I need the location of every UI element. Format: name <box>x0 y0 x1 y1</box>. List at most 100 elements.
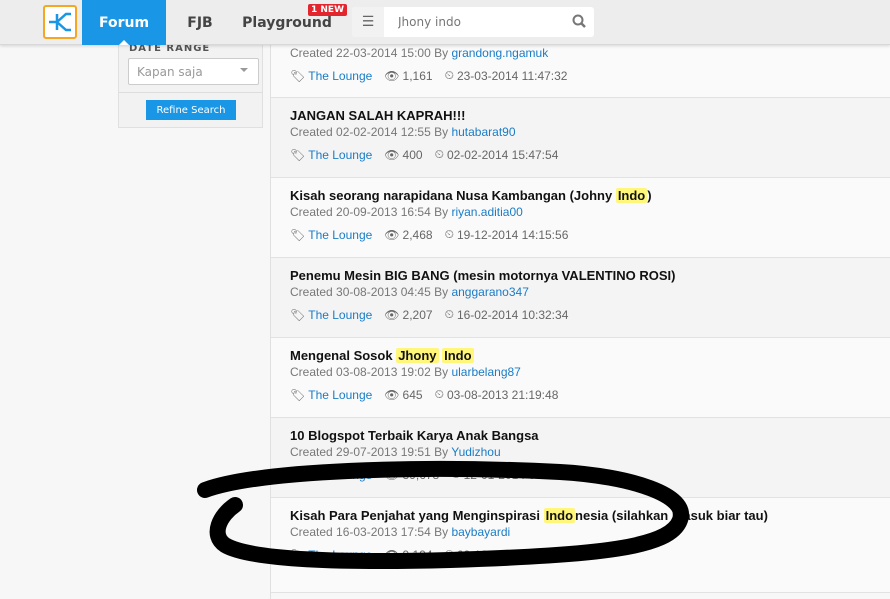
thread-title-link[interactable]: Kisah seorang narapidana Nusa Kambangan … <box>290 188 872 204</box>
list-icon[interactable]: ☰ <box>352 7 384 37</box>
thread-meta: Created 22-03-2014 15:00 By grandong.nga… <box>290 46 872 60</box>
tab-forum[interactable]: Forum <box>82 0 166 45</box>
eye-icon: 👁︎ <box>384 387 400 402</box>
thread-title-link[interactable]: Kisah Para Penjahat yang Menginspirasi I… <box>290 508 872 524</box>
thread-meta: Created 29-07-2013 19:51 By Yudizhou <box>290 445 872 459</box>
tab-label: Playground <box>242 14 332 31</box>
date-range-select[interactable]: Kapan saja <box>128 58 259 85</box>
thread-stats: 🏷︎ The Lounge 👁︎ 2,207 ⏲︎ 16-02-2014 10:32:… <box>290 307 872 322</box>
tab-label: FJB <box>187 14 213 31</box>
eye-icon: 👁︎ <box>384 547 400 562</box>
category-link[interactable]: The Lounge <box>308 388 372 402</box>
divider <box>119 92 262 93</box>
eye-icon: 👁︎ <box>384 307 400 322</box>
thread-meta: Created 30-08-2013 04:45 By anggarano347 <box>290 285 872 299</box>
last-post-time: 12-01-2014 08:06:52 <box>463 467 576 482</box>
thread-meta: Created 16-03-2013 17:54 By baybayardi <box>290 525 872 539</box>
author-link[interactable]: ularbelang87 <box>451 365 520 379</box>
search-bar: ☰ <box>352 7 594 37</box>
last-post-time: 02-02-2014 15:47:54 <box>446 147 559 162</box>
eye-icon: 👁︎ <box>384 147 400 162</box>
eye-icon: 👁︎ <box>384 467 400 482</box>
created-text: Created 22-03-2014 15:00 By <box>290 46 452 60</box>
author-link[interactable]: grandong.ngamuk <box>451 46 548 60</box>
thread-row: Kisah Para Penjahat yang Menginspirasi I… <box>271 498 890 593</box>
thread-title-link[interactable]: JANGAN SALAH KAPRAH!!! <box>290 108 872 124</box>
select-value: Kapan saja <box>137 65 203 79</box>
search-highlight: Indo <box>615 188 648 203</box>
created-text: Created 02-02-2014 12:55 By <box>290 125 452 139</box>
thread-meta: Created 20-09-2013 16:54 By riyan.aditia… <box>290 205 872 219</box>
category-link[interactable]: The Lounge <box>308 69 372 83</box>
author-link[interactable]: hutabarat90 <box>451 125 515 139</box>
search-highlight: Indo <box>442 348 474 363</box>
chevron-down-icon <box>240 68 248 76</box>
author-link[interactable]: riyan.aditia00 <box>451 205 522 219</box>
eye-icon: 👁︎ <box>384 68 400 83</box>
refine-search-button[interactable]: Refine Search <box>146 100 236 120</box>
eye-icon: 👁︎ <box>384 227 400 242</box>
tag-icon: 🏷︎ <box>290 307 306 322</box>
last-post-time: 09-12-2014 17:36:45 <box>456 547 569 562</box>
thread-title-link[interactable]: 10 Blogspot Terbaik Karya Anak Bangsa <box>290 428 872 444</box>
thread-row: Penemu Mesin BIG BANG (mesin motornya VA… <box>271 258 890 338</box>
created-text: Created 16-03-2013 17:54 By <box>290 525 452 539</box>
search-input[interactable] <box>384 15 564 29</box>
created-text: Created 29-07-2013 19:51 By <box>290 445 452 459</box>
title-text: Kisah seorang narapidana Nusa Kambangan … <box>290 188 616 203</box>
title-text: Mengenal Sosok <box>290 348 397 363</box>
tab-label: Forum <box>98 14 150 31</box>
thread-row: 10 Blogspot Terbaik Karya Anak Bangsa Cre… <box>271 418 890 498</box>
view-count: 645 <box>402 387 423 402</box>
last-post-time: 19-12-2014 14:15:56 <box>456 227 569 242</box>
search-highlight: Jhony <box>396 348 439 363</box>
thread-row: Mengenal Sosok Jhony Indo Created 03-08-2… <box>271 338 890 418</box>
author-link[interactable]: baybayardi <box>451 525 510 539</box>
top-nav: Forum FJB Playground 1 NEW ☰ <box>0 0 890 45</box>
thread-stats: 🏷︎ The Lounge 👁︎ 400 ⏲︎ 02-02-2014 15:47:54 <box>290 147 872 162</box>
view-count: 9,194 <box>402 547 433 562</box>
author-link[interactable]: Yudizhou <box>451 445 500 459</box>
tag-icon: 🏷︎ <box>290 387 306 402</box>
title-text: JANGAN SALAH KAPRAH!!! <box>290 108 466 123</box>
category-link[interactable]: The Lounge <box>308 468 372 482</box>
tag-icon: 🏷︎ <box>290 467 306 482</box>
thread-list: Created 22-03-2014 15:00 By grandong.nga… <box>270 0 890 599</box>
clock-icon: ⏲︎ <box>434 387 444 401</box>
search-highlight: Indo <box>543 508 576 523</box>
clock-icon: ⏲︎ <box>444 307 454 321</box>
clock-icon: ⏲︎ <box>444 227 454 241</box>
category-link[interactable]: The Lounge <box>308 228 372 242</box>
thread-meta: Created 03-08-2013 19:02 By ularbelang87 <box>290 365 872 379</box>
tag-icon: 🏷︎ <box>290 227 306 242</box>
thread-row: JANGAN SALAH KAPRAH!!! Created 02-02-2014… <box>271 98 890 178</box>
thread-stats: 🏷︎ The Lounge 👁︎ 9,194 ⏲︎ 09-12-2014 17:36:… <box>290 547 872 562</box>
view-count: 2,207 <box>402 307 433 322</box>
tag-icon: 🏷︎ <box>290 547 306 562</box>
created-text: Created 20-09-2013 16:54 By <box>290 205 452 219</box>
title-text: ) <box>647 188 652 203</box>
created-text: Created 30-08-2013 04:45 By <box>290 285 452 299</box>
view-count: 400 <box>402 147 423 162</box>
category-link[interactable]: The Lounge <box>308 308 372 322</box>
thread-title-link[interactable]: Mengenal Sosok Jhony Indo <box>290 348 872 364</box>
thread-stats: 🏷︎ The Lounge 👁︎ 1,161 ⏲︎ 23-03-2014 11:47:… <box>290 68 872 83</box>
category-link[interactable]: The Lounge <box>308 548 372 562</box>
tab-fjb[interactable]: FJB <box>166 0 234 45</box>
clock-icon: ⏲︎ <box>434 147 444 161</box>
category-link[interactable]: The Lounge <box>308 148 372 162</box>
title-text: Kisah Para Penjahat yang Menginspirasi <box>290 508 544 523</box>
thread-title-link[interactable]: Penemu Mesin BIG BANG (mesin motornya VA… <box>290 268 872 284</box>
thread-stats: 🏷︎ The Lounge 👁︎ 39,678 ⏲︎ 12-01-2014 08:06… <box>290 467 872 482</box>
author-link[interactable]: anggarano347 <box>451 285 528 299</box>
clock-icon: ⏲︎ <box>444 68 454 82</box>
new-badge: 1 NEW <box>308 4 348 16</box>
view-count: 39,678 <box>402 467 440 482</box>
view-count: 1,161 <box>402 68 433 83</box>
search-icon[interactable] <box>564 13 594 32</box>
clock-icon: ⏲︎ <box>451 467 461 481</box>
tag-icon: 🏷︎ <box>290 68 306 83</box>
last-post-time: 23-03-2014 11:47:32 <box>456 68 568 83</box>
title-text: Penemu Mesin BIG BANG (mesin motornya VA… <box>290 268 676 283</box>
kaskus-logo[interactable] <box>43 5 77 39</box>
